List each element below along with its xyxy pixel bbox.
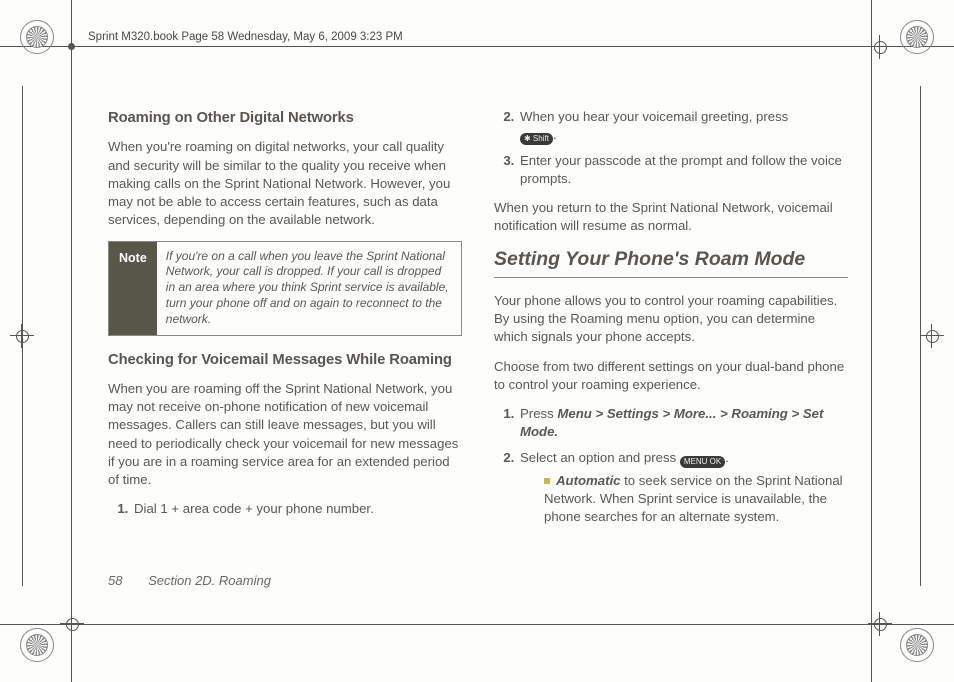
left-column: Roaming on Other Digital Networks When y… <box>108 108 462 536</box>
crosshair-icon <box>924 328 940 344</box>
step-item: When you hear your voicemail greeting, p… <box>518 108 848 145</box>
heading-voicemail-roaming: Checking for Voicemail Messages While Ro… <box>108 350 462 370</box>
crop-rule-right <box>871 0 872 682</box>
crop-rule-top <box>0 46 954 47</box>
menu-ok-key-icon: MENU OK <box>680 456 725 468</box>
step-item: Select an option and press MENU OK. Auto… <box>518 449 848 527</box>
shift-key-icon: ✱ Shift <box>520 133 553 145</box>
paragraph: When you're roaming on digital networks,… <box>108 138 462 229</box>
registration-mark-icon <box>900 20 934 54</box>
right-column: When you hear your voicemail greeting, p… <box>494 108 848 536</box>
crosshair-icon <box>872 39 888 55</box>
step-text: Select an option and press <box>520 450 680 465</box>
note-text: If you're on a call when you leave the S… <box>157 242 461 335</box>
paragraph: Choose from two different settings on yo… <box>494 358 848 394</box>
section-label: Section 2D. Roaming <box>148 573 271 588</box>
framemaker-header: Sprint M320.book Page 58 Wednesday, May … <box>88 30 403 46</box>
step-list-cont: When you hear your voicemail greeting, p… <box>494 108 848 189</box>
step-list: Dial 1 + area code + your phone number. <box>108 500 462 518</box>
crop-rule-bottom <box>0 624 954 625</box>
section-heading-roam-mode: Setting Your Phone's Roam Mode <box>494 246 848 278</box>
step-text: . <box>725 450 729 465</box>
step-text: Press <box>520 406 557 421</box>
option-name: Automatic <box>556 473 620 488</box>
crosshair-icon <box>64 616 80 632</box>
square-bullet-icon <box>544 478 550 484</box>
menu-path: Menu > Settings > More... > Roaming > Se… <box>520 406 823 439</box>
heading-roaming-digital: Roaming on Other Digital Networks <box>108 108 462 128</box>
registration-mark-icon <box>20 628 54 662</box>
page-footer: 58 Section 2D. Roaming <box>108 572 271 590</box>
paragraph: Your phone allows you to control your ro… <box>494 292 848 347</box>
paragraph: When you return to the Sprint National N… <box>494 199 848 235</box>
crop-rule-left <box>71 0 72 682</box>
side-rule-right <box>920 86 921 586</box>
crosshair-icon <box>872 616 888 632</box>
note-label: Note <box>109 242 157 335</box>
corner-dot-icon <box>68 43 75 50</box>
paragraph: When you are roaming off the Sprint Nati… <box>108 380 462 489</box>
sub-bullet: Automatic to seek service on the Sprint … <box>544 472 848 527</box>
crosshair-icon <box>14 328 30 344</box>
registration-mark-icon <box>900 628 934 662</box>
step-item: Enter your passcode at the prompt and fo… <box>518 152 848 188</box>
page-body: Roaming on Other Digital Networks When y… <box>108 108 848 536</box>
registration-mark-icon <box>20 20 54 54</box>
step-text: When you hear your voicemail greeting, p… <box>520 109 788 124</box>
step-item: Press Menu > Settings > More... > Roamin… <box>518 405 848 441</box>
page-number: 58 <box>108 573 122 588</box>
step-list: Press Menu > Settings > More... > Roamin… <box>494 405 848 526</box>
note-callout: Note If you're on a call when you leave … <box>108 241 462 336</box>
step-item: Dial 1 + area code + your phone number. <box>132 500 462 518</box>
